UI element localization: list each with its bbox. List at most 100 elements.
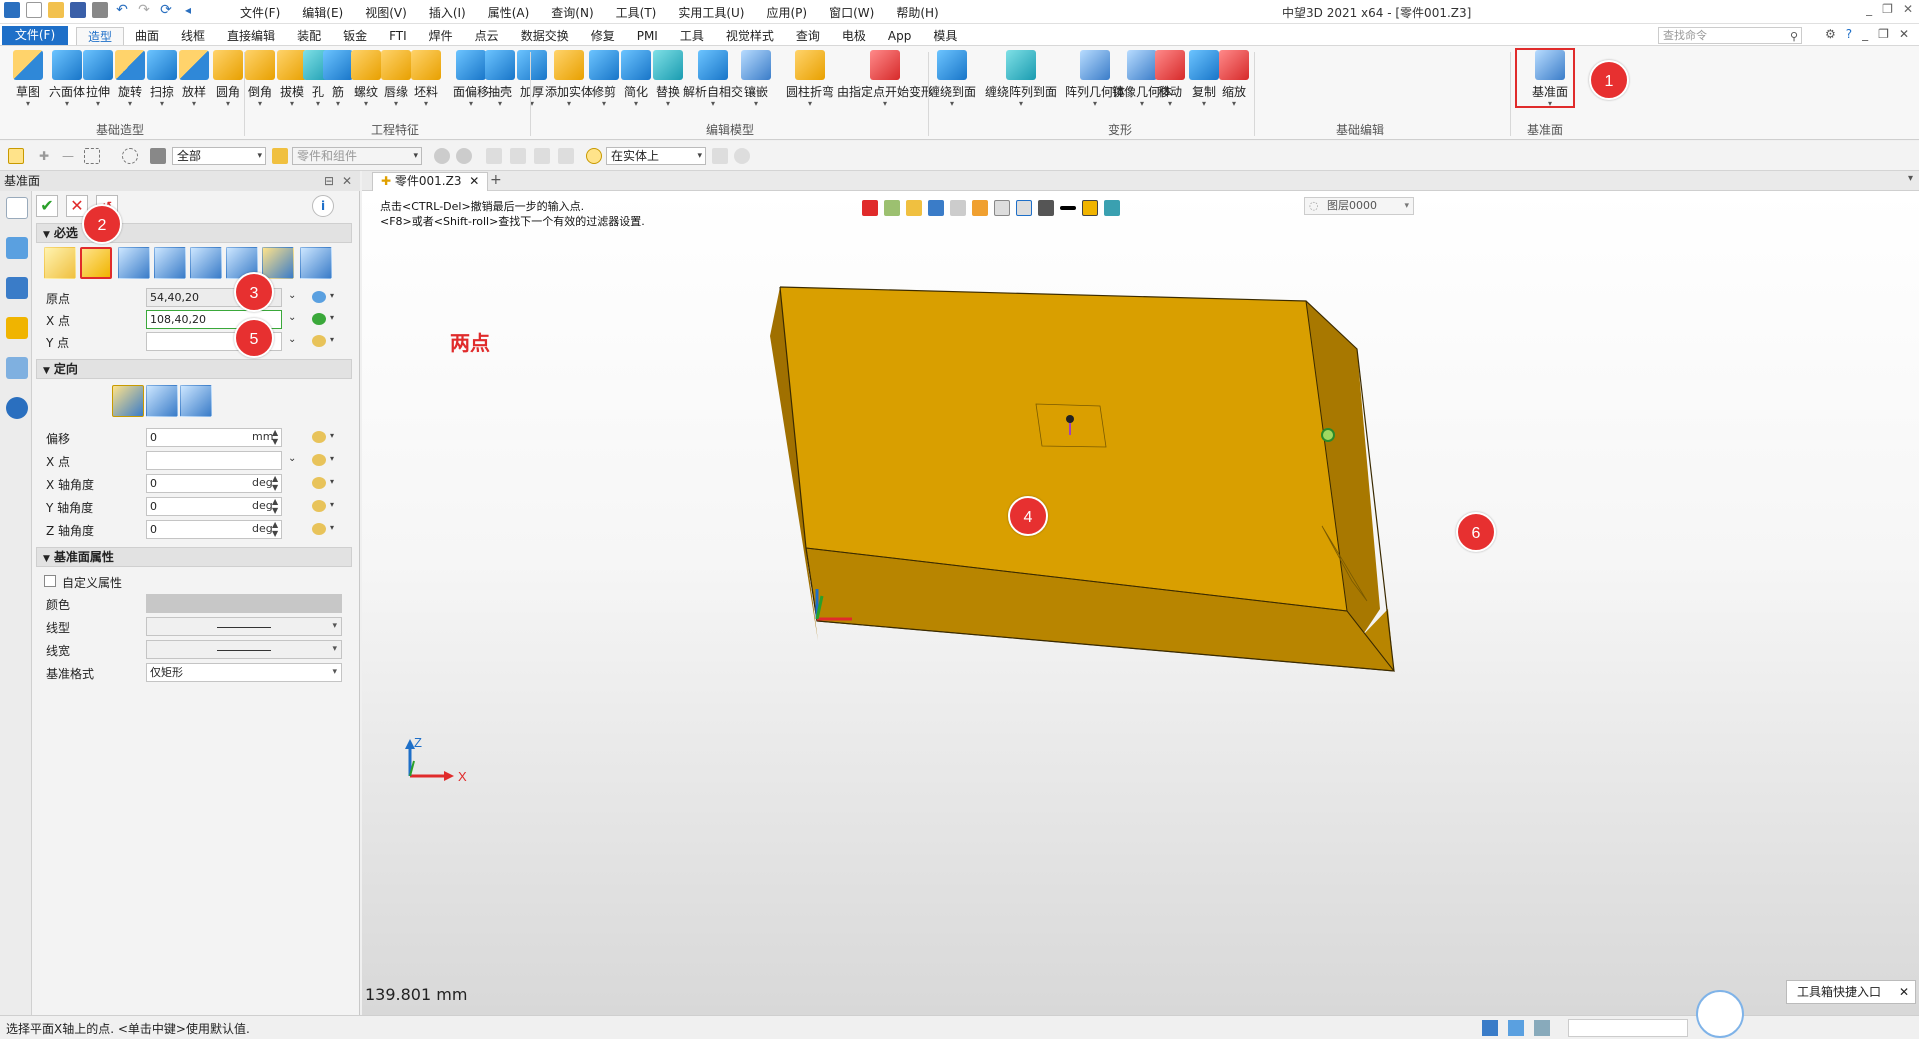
chevron-down-icon[interactable]: ▾	[330, 523, 334, 532]
history-tab-icon[interactable]	[6, 237, 28, 259]
close-icon[interactable]: ✕	[1903, 2, 1913, 16]
app-logo-icon[interactable]	[4, 2, 20, 18]
snap-toggle-icon[interactable]	[712, 148, 728, 164]
datum-two-points-icon[interactable]	[80, 247, 112, 279]
undo-icon[interactable]: ↶	[114, 2, 130, 18]
user-tab-icon[interactable]	[6, 397, 28, 419]
snap-settings-icon[interactable]	[734, 148, 750, 164]
confirm-button[interactable]: ✔	[36, 195, 58, 217]
ribbon-button[interactable]: 缠绕阵列到面 ▾	[980, 50, 1062, 108]
menu-file[interactable]: 文件(F)	[240, 4, 280, 21]
save-icon[interactable]	[70, 2, 86, 18]
datum-plane-offset-icon[interactable]	[118, 247, 150, 279]
new-tab-icon[interactable]: +	[490, 172, 502, 188]
expand-chevron-icon[interactable]: ⌄	[288, 453, 296, 464]
xangle-spinner-icon[interactable]: ▲ ▼	[272, 474, 278, 492]
snap-dropdown[interactable]: 在实体上 ▾	[606, 147, 706, 165]
filter-dropdown[interactable]: 全部 ▾	[172, 147, 266, 165]
chevron-down-icon[interactable]: ▾	[736, 100, 776, 108]
menu-insert[interactable]: 插入(I)	[429, 4, 466, 21]
ribbon-button[interactable]: 草图 ▾	[8, 50, 48, 108]
view-cube-icon[interactable]	[972, 200, 988, 216]
ribbon-tab[interactable]: 工具	[669, 27, 715, 45]
datum-format-dropdown[interactable]: 仅矩形 ▾	[146, 663, 342, 682]
minimize-ribbon-icon[interactable]: _	[1862, 27, 1868, 41]
3d-viewport[interactable]: X Z 点击<CTRL-Del>撤销最后一步的输入点. <F8>或者<Shift…	[362, 191, 1919, 1015]
ribbon-button[interactable]: 坯料 ▾	[406, 50, 446, 108]
datum-vertical-icon[interactable]	[154, 247, 186, 279]
pick-plus-icon[interactable]: ✚	[36, 148, 52, 164]
status-screen-icon[interactable]	[1508, 1020, 1524, 1036]
parts-filter-icon[interactable]	[272, 148, 288, 164]
assistant-avatar[interactable]	[1696, 990, 1744, 1038]
chevron-down-icon[interactable]: ▾	[330, 291, 334, 300]
section-view-icon[interactable]	[906, 200, 922, 216]
search-icon[interactable]: ⚲	[1790, 29, 1798, 44]
display-icon[interactable]	[950, 200, 966, 216]
color-swatch-icon[interactable]	[1082, 200, 1098, 216]
ribbon-button[interactable]: 镶嵌 ▾	[736, 50, 776, 108]
chevron-down-icon[interactable]: ▾	[8, 100, 48, 108]
xpoint-marker[interactable]	[1321, 428, 1335, 442]
orient-x-icon[interactable]	[146, 385, 178, 417]
ribbon-tab[interactable]: 曲面	[124, 27, 170, 45]
expand-chevron-icon[interactable]: ⌄	[288, 334, 296, 345]
ypoint-pick-icon[interactable]	[312, 335, 326, 347]
chevron-down-icon[interactable]: ▾	[406, 100, 446, 108]
toolbox-shortcut-popup[interactable]: 工具箱快捷入口 ✕	[1786, 980, 1916, 1004]
material-icon[interactable]	[1104, 200, 1120, 216]
yangle-spinner-icon[interactable]: ▲ ▼	[272, 497, 278, 515]
ribbon-tab[interactable]: 点云	[464, 27, 510, 45]
ribbon-tab[interactable]: App	[877, 27, 922, 45]
info-icon[interactable]: i	[312, 195, 334, 217]
help-icon[interactable]: ?	[1846, 27, 1852, 41]
offset-pick-icon[interactable]	[312, 431, 326, 443]
ribbon-tab[interactable]: 修复	[580, 27, 626, 45]
xpoint2-field[interactable]	[146, 451, 282, 470]
chevron-down-icon[interactable]: ▾	[920, 100, 984, 108]
xangle-pick-icon[interactable]	[312, 477, 326, 489]
ribbon-tab[interactable]: 模具	[922, 27, 968, 45]
xpoint2-pick-icon[interactable]	[312, 454, 326, 466]
chevron-down-icon[interactable]: ▾	[330, 500, 334, 509]
tab-list-chevron-icon[interactable]: ▾	[1908, 173, 1913, 184]
chevron-down-icon[interactable]: ▾	[980, 100, 1062, 108]
view-tab-icon[interactable]	[6, 357, 28, 379]
settings-gear-icon[interactable]: ⚙	[1825, 27, 1836, 41]
grid-icon[interactable]	[1016, 200, 1032, 216]
background-icon[interactable]	[1038, 200, 1054, 216]
menu-utilities[interactable]: 实用工具(U)	[678, 4, 744, 21]
status-layout-icon[interactable]	[1534, 1020, 1550, 1036]
print-icon[interactable]	[92, 2, 108, 18]
exit-view-icon[interactable]	[862, 200, 878, 216]
filter-reset-icon[interactable]	[456, 148, 472, 164]
ribbon-tab[interactable]: 线框	[170, 27, 216, 45]
linewidth-dropdown[interactable]: ▾	[146, 640, 342, 659]
render-mode-icon[interactable]	[884, 200, 900, 216]
menu-apps[interactable]: 应用(P)	[767, 4, 808, 21]
ribbon-tab[interactable]: 数据交换	[510, 27, 580, 45]
filter-option-icon[interactable]	[434, 148, 450, 164]
datum-curve-icon[interactable]	[262, 247, 294, 279]
menu-help[interactable]: 帮助(H)	[896, 4, 938, 21]
open-folder-icon[interactable]	[48, 2, 64, 18]
menu-tools[interactable]: 工具(T)	[616, 4, 657, 21]
status-view-icon[interactable]	[1482, 1020, 1498, 1036]
zangle-pick-icon[interactable]	[312, 523, 326, 535]
xpoint-pick-icon[interactable]	[312, 313, 326, 325]
yangle-pick-icon[interactable]	[312, 500, 326, 512]
ribbon-tab[interactable]: 造型	[76, 27, 125, 45]
chevron-down-icon[interactable]: ▾	[330, 313, 334, 322]
panel-close-icon[interactable]: ✕	[342, 171, 352, 191]
datum-bulb-icon[interactable]	[44, 247, 76, 279]
pick-minus-icon[interactable]: —	[60, 148, 76, 164]
expand-chevron-icon[interactable]: ⌄	[288, 312, 296, 323]
back-icon[interactable]: ◂	[180, 2, 196, 18]
menu-edit[interactable]: 编辑(E)	[302, 4, 343, 21]
restore-icon[interactable]: ❐	[1882, 2, 1893, 16]
pin-icon[interactable]: ⊟	[324, 171, 334, 191]
ribbon-button[interactable]: 缩放 ▾	[1214, 50, 1254, 108]
layer-dropdown[interactable]: ◌ 图层0000 ▾	[1304, 197, 1414, 215]
snap-point-icon[interactable]	[486, 148, 502, 164]
snap-end-icon[interactable]	[534, 148, 550, 164]
